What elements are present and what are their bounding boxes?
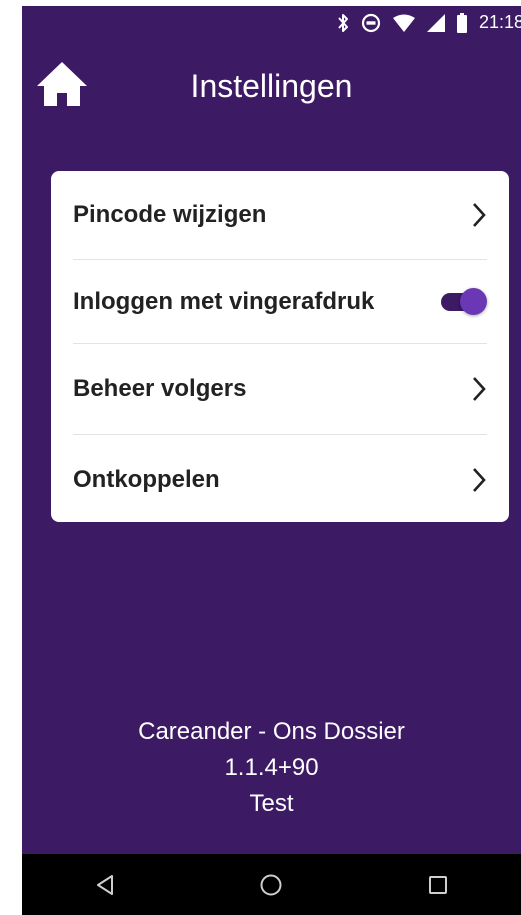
home-nav-button[interactable]: [241, 860, 301, 910]
toggle-thumb: [460, 287, 487, 315]
app-bar: Instellingen: [22, 42, 521, 132]
settings-item-label: Pincode wijzigen: [73, 201, 267, 228]
settings-item-label: Beheer volgers: [73, 375, 247, 402]
app-info: Careander - Ons Dossier 1.1.4+90 Test: [22, 714, 521, 822]
wifi-icon: [392, 14, 415, 32]
chevron-right-icon: [473, 467, 486, 492]
app-name: Careander - Ons Dossier: [138, 718, 405, 745]
battery-icon: [456, 12, 467, 33]
settings-item-label: Inloggen met vingerafdruk: [73, 287, 375, 315]
status-bar: 21:18: [22, 6, 521, 42]
home-nav-icon: [260, 874, 282, 895]
status-icons: 21:18: [337, 12, 521, 33]
settings-item-label: Ontkoppelen: [73, 465, 220, 493]
back-icon: [97, 874, 114, 895]
settings-card: Pincode wijzigen Inloggen met vingerafdr…: [51, 171, 509, 522]
chevron-right-icon: [473, 203, 486, 227]
settings-item-pincode[interactable]: Pincode wijzigen: [73, 171, 487, 260]
recents-button[interactable]: [408, 860, 468, 910]
page-title: Instellingen: [190, 68, 353, 104]
settings-item-followers[interactable]: Beheer volgers: [73, 344, 487, 435]
app-version: 1.1.4+90: [224, 754, 319, 781]
recents-icon: [428, 875, 447, 894]
settings-item-disconnect[interactable]: Ontkoppelen: [73, 435, 487, 524]
back-button[interactable]: [75, 860, 135, 910]
phone-screen: 21:18 Instellingen Pincode wijzigen Inlo…: [22, 6, 521, 915]
bluetooth-icon: [338, 13, 348, 32]
app-environment: Test: [249, 790, 294, 817]
fingerprint-toggle[interactable]: [439, 285, 487, 319]
signal-icon: [426, 13, 445, 32]
chevron-right-icon: [473, 377, 486, 401]
system-nav-bar: [22, 854, 521, 915]
do-not-disturb-icon: [361, 13, 381, 32]
settings-item-fingerprint: Inloggen met vingerafdruk: [73, 260, 487, 344]
status-time: 21:18: [478, 12, 521, 32]
